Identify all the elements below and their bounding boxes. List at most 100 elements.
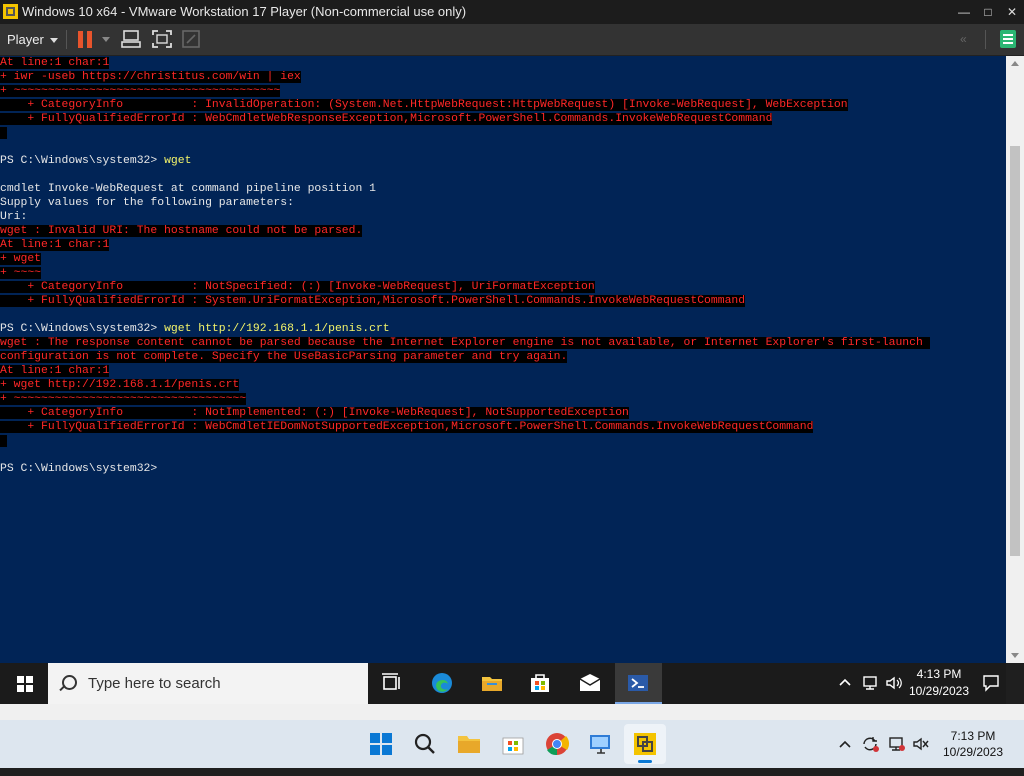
- console-error-text: + FullyQualifiedErrorId : WebCmdletIEDom…: [0, 421, 814, 433]
- console-line: configuration is not complete. Specify t…: [0, 350, 1006, 364]
- windows-start-icon[interactable]: [368, 731, 394, 757]
- edge-icon[interactable]: [430, 671, 454, 695]
- chrome-icon[interactable]: [544, 731, 570, 757]
- console-line: + FullyQualifiedErrorId : WebCmdletWebRe…: [0, 112, 1006, 126]
- guest-taskbar: Type here to search 4:13 PM 10/29/2023: [0, 663, 1006, 704]
- console-scrollbar[interactable]: [1006, 56, 1024, 663]
- guest-time: 4:13 PM: [916, 667, 962, 681]
- message-log-icon[interactable]: [1000, 30, 1016, 48]
- console-command: wget http://192.168.1.1/penis.crt: [164, 323, 390, 335]
- close-icon[interactable]: ✕: [1000, 2, 1024, 22]
- console-line: Uri:: [0, 210, 1006, 224]
- console-prompt: PS C:\Windows\system32>: [0, 155, 165, 167]
- window-title: Windows 10 x64 - VMware Workstation 17 P…: [22, 4, 467, 19]
- console-error-text: + CategoryInfo : InvalidOperation: (Syst…: [0, 99, 848, 111]
- console-error-text: + FullyQualifiedErrorId : WebCmdletWebRe…: [0, 113, 773, 125]
- network-icon[interactable]: [888, 736, 906, 752]
- search-icon: [62, 675, 77, 690]
- search-box[interactable]: Type here to search: [48, 663, 368, 704]
- console-error-text: At line:1 char:1: [0, 365, 110, 377]
- console-line: cmdlet Invoke-WebRequest at command pipe…: [0, 182, 1006, 196]
- unity-icon: [182, 30, 200, 48]
- player-menu-button[interactable]: Player: [0, 24, 60, 55]
- console-text: Supply values for the following paramete…: [0, 197, 294, 209]
- network-icon[interactable]: [862, 675, 880, 691]
- vmware-logo-icon: [3, 4, 18, 19]
- console-text: Uri:: [0, 211, 28, 223]
- console-error-text: wget : Invalid URI: The hostname could n…: [0, 225, 363, 237]
- start-button[interactable]: [0, 663, 48, 704]
- mail-icon[interactable]: [578, 671, 602, 695]
- console-line: [0, 126, 1006, 140]
- file-explorer-icon[interactable]: [480, 671, 504, 695]
- task-view-icon[interactable]: [380, 671, 404, 695]
- console-line: At line:1 char:1: [0, 364, 1006, 378]
- console-error-text: At line:1 char:1: [0, 239, 110, 251]
- console-prompt: PS C:\Windows\system32>: [0, 463, 165, 475]
- chevron-down-icon: [49, 38, 58, 44]
- scroll-up-icon[interactable]: [1011, 61, 1019, 66]
- console-error-text: + wget: [0, 253, 42, 265]
- chevron-up-icon[interactable]: [838, 737, 852, 751]
- scroll-down-icon[interactable]: [1011, 653, 1019, 658]
- console-line: + CategoryInfo : NotImplemented: (:) [In…: [0, 406, 1006, 420]
- toolbar-divider: [985, 30, 986, 49]
- console-line: + ~~~~~~~~~~~~~~~~~~~~~~~~~~~~~~~~~~~~~~…: [0, 84, 1006, 98]
- powershell-console[interactable]: At line:1 char:1 + iwr -useb https://chri…: [0, 56, 1006, 663]
- console-error-text: At line:1 char:1: [0, 57, 110, 69]
- vmware-player-taskbar-button[interactable]: [624, 724, 666, 764]
- sync-icon[interactable]: [860, 735, 880, 753]
- volume-icon[interactable]: [885, 675, 903, 691]
- collapse-toolbar-icon[interactable]: «: [960, 32, 967, 46]
- microsoft-store-icon[interactable]: [500, 731, 526, 757]
- vmware-toolbar: Player «: [0, 24, 1024, 56]
- console-line: + wget: [0, 252, 1006, 266]
- console-line: + ~~~~~~~~~~~~~~~~~~~~~~~~~~~~~~~~~~: [0, 392, 1006, 406]
- windows-logo-icon: [17, 676, 33, 692]
- minimize-icon[interactable]: —: [952, 2, 976, 22]
- powershell-taskbar-button[interactable]: [615, 663, 662, 704]
- console-error-text: + ~~~~~~~~~~~~~~~~~~~~~~~~~~~~~~~~~~~~~~…: [0, 85, 281, 97]
- console-line: At line:1 char:1: [0, 56, 1006, 70]
- remote-desktop-icon[interactable]: [588, 731, 614, 757]
- console-line: At line:1 char:1: [0, 238, 1006, 252]
- file-explorer-icon[interactable]: [456, 731, 482, 757]
- vmware-status-strip: [0, 704, 1024, 720]
- search-placeholder: Type here to search: [88, 675, 221, 692]
- volume-muted-icon[interactable]: [912, 736, 930, 752]
- host-taskbar: 7:13 PM 10/29/2023: [0, 720, 1024, 768]
- pause-dropdown-icon[interactable]: [102, 37, 110, 42]
- scrollbar-thumb[interactable]: [1010, 146, 1020, 556]
- microsoft-store-icon[interactable]: [528, 671, 552, 695]
- console-line: + FullyQualifiedErrorId : WebCmdletIEDom…: [0, 420, 1006, 434]
- toolbar-divider: [66, 30, 67, 49]
- console-prompt: PS C:\Windows\system32>: [0, 323, 165, 335]
- guest-clock[interactable]: 4:13 PM 10/29/2023: [906, 663, 972, 707]
- guest-date: 10/29/2023: [908, 684, 970, 698]
- console-line: PS C:\Windows\system32>: [0, 462, 1006, 476]
- console-line: + wget http://192.168.1.1/penis.crt: [0, 378, 1006, 392]
- console-error-text: [0, 127, 7, 139]
- console-error-text: configuration is not complete. Specify t…: [0, 351, 568, 363]
- console-line: wget : The response content cannot be pa…: [0, 336, 1006, 350]
- host-date: 10/29/2023: [942, 745, 1004, 759]
- host-time: 7:13 PM: [950, 729, 996, 743]
- search-icon[interactable]: [412, 731, 438, 757]
- console-error-text: + ~~~~: [0, 267, 42, 279]
- notifications-icon[interactable]: [982, 674, 1000, 692]
- vmware-player-icon: [634, 733, 656, 755]
- maximize-icon[interactable]: □: [976, 2, 1000, 22]
- full-screen-icon[interactable]: [151, 29, 173, 49]
- send-ctrl-alt-del-icon[interactable]: [121, 29, 143, 49]
- console-error-text: [0, 435, 7, 447]
- console-line: + FullyQualifiedErrorId : System.UriForm…: [0, 294, 1006, 308]
- chevron-up-icon[interactable]: [838, 675, 852, 691]
- console-error-text: + iwr -useb https://christitus.com/win |…: [0, 71, 301, 83]
- console-line: [0, 434, 1006, 448]
- pause-icon[interactable]: [78, 31, 94, 48]
- console-command: wget: [164, 155, 192, 167]
